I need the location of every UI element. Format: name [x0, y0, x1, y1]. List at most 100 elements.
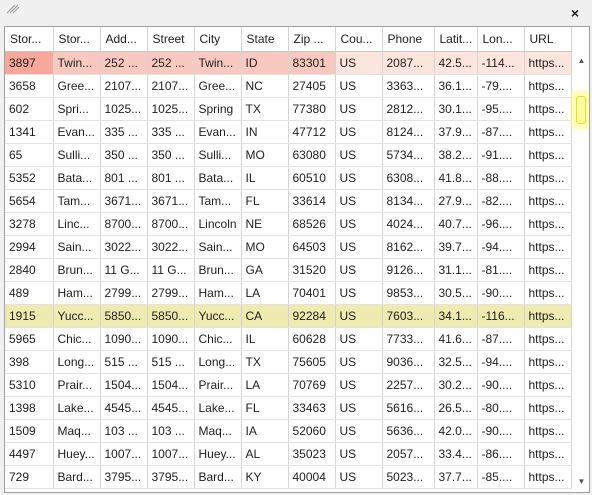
table-cell[interactable]: 5352: [5, 166, 54, 190]
table-cell[interactable]: https...: [524, 258, 572, 282]
table-cell[interactable]: Lake...: [53, 396, 101, 420]
table-cell[interactable]: AL: [241, 442, 289, 466]
table-cell[interactable]: 7603...: [382, 304, 435, 328]
table-cell[interactable]: -88....: [477, 166, 525, 190]
table-cell[interactable]: Twin...: [53, 51, 101, 75]
table-row[interactable]: 4497 Huey... 1007... 1007... Huey... AL 35023 U…: [5, 442, 572, 466]
table-cell[interactable]: 33614: [288, 189, 336, 213]
table-cell[interactable]: 2107...: [100, 74, 148, 98]
table-cell[interactable]: 252 ...: [147, 51, 195, 75]
table-cell[interactable]: 2087...: [382, 51, 435, 75]
table-row[interactable]: 5654 Tam... 3671... 3671... Tam... FL 33614 US 8…: [5, 189, 572, 213]
table-cell[interactable]: 37.7...: [434, 465, 478, 489]
column-header[interactable]: Street: [147, 27, 195, 52]
table-cell[interactable]: 335 ...: [100, 120, 148, 144]
table-row[interactable]: 3658 Gree... 2107... 2107... Gree... NC 27405 U…: [5, 74, 572, 98]
table-row[interactable]: 602 Spri... 1025... 1025... Spring TX 77380 US 2…: [5, 97, 572, 121]
table-cell[interactable]: 1007...: [100, 442, 148, 466]
table-cell[interactable]: US: [335, 419, 383, 443]
table-cell[interactable]: 31.1...: [434, 258, 478, 282]
table-cell[interactable]: -79....: [477, 74, 525, 98]
table-cell[interactable]: 350 ...: [147, 143, 195, 167]
table-cell[interactable]: 2799...: [100, 281, 148, 305]
table-cell[interactable]: Long...: [194, 350, 242, 374]
column-header[interactable]: Add...: [100, 27, 148, 52]
table-cell[interactable]: FL: [241, 189, 289, 213]
table-cell[interactable]: 9126...: [382, 258, 435, 282]
table-cell[interactable]: 515 ...: [147, 350, 195, 374]
table-cell[interactable]: 5654: [5, 189, 54, 213]
table-cell[interactable]: 68526: [288, 212, 336, 236]
table-row[interactable]: 1509 Maq... 103 ... 103 ... Maq... IA 52060 US 5…: [5, 419, 572, 443]
table-cell[interactable]: 1007...: [147, 442, 195, 466]
table-cell[interactable]: Bata...: [53, 166, 101, 190]
table-cell[interactable]: 47712: [288, 120, 336, 144]
table-row[interactable]: 3897 Twin... 252 ... 252 ... Twin... ID 83301 U…: [5, 51, 572, 75]
table-row[interactable]: 1341 Evan... 335 ... 335 ... Evan... IN 47712 U…: [5, 120, 572, 144]
table-cell[interactable]: https...: [524, 189, 572, 213]
table-cell[interactable]: 11 G...: [100, 258, 148, 282]
table-cell[interactable]: Prair...: [53, 373, 101, 397]
column-header[interactable]: Cou...: [335, 27, 383, 52]
table-cell[interactable]: TX: [241, 350, 289, 374]
column-header[interactable]: Lon...: [477, 27, 525, 52]
table-cell[interactable]: -87....: [477, 120, 525, 144]
table-cell[interactable]: 5616...: [382, 396, 435, 420]
table-cell[interactable]: 33463: [288, 396, 336, 420]
column-header[interactable]: Stor...: [5, 27, 54, 52]
table-cell[interactable]: 92284: [288, 304, 336, 328]
table-cell[interactable]: 11 G...: [147, 258, 195, 282]
scroll-down-icon[interactable]: ▼: [577, 477, 586, 486]
column-header[interactable]: City: [194, 27, 242, 52]
table-cell[interactable]: FL: [241, 396, 289, 420]
table-cell[interactable]: Huey...: [53, 442, 101, 466]
table-cell[interactable]: 1025...: [100, 97, 148, 121]
table-cell[interactable]: 8700...: [100, 212, 148, 236]
close-icon[interactable]: ×: [566, 4, 584, 22]
table-cell[interactable]: https...: [524, 442, 572, 466]
table-cell[interactable]: Sulli...: [53, 143, 101, 167]
table-cell[interactable]: 30.2...: [434, 373, 478, 397]
table-row[interactable]: 1915 Yucc... 5850... 5850... Yucc... CA 92284 U…: [5, 304, 572, 328]
table-cell[interactable]: LA: [241, 281, 289, 305]
table-cell[interactable]: -94....: [477, 235, 525, 259]
table-cell[interactable]: -91....: [477, 143, 525, 167]
table-cell[interactable]: Huey...: [194, 442, 242, 466]
scroll-thumb[interactable]: [576, 96, 586, 124]
table-cell[interactable]: 103 ...: [147, 419, 195, 443]
table-cell[interactable]: 83301: [288, 51, 336, 75]
table-cell[interactable]: Brun...: [194, 258, 242, 282]
table-cell[interactable]: US: [335, 166, 383, 190]
table-cell[interactable]: 35023: [288, 442, 336, 466]
table-cell[interactable]: ID: [241, 51, 289, 75]
column-header[interactable]: State: [241, 27, 289, 52]
table-cell[interactable]: 8124...: [382, 120, 435, 144]
table-cell[interactable]: 2257...: [382, 373, 435, 397]
table-cell[interactable]: 75605: [288, 350, 336, 374]
table-cell[interactable]: US: [335, 51, 383, 75]
table-cell[interactable]: 3658: [5, 74, 54, 98]
table-cell[interactable]: 36.1...: [434, 74, 478, 98]
table-cell[interactable]: 4545...: [147, 396, 195, 420]
column-header[interactable]: URL: [524, 27, 572, 52]
table-cell[interactable]: 1504...: [100, 373, 148, 397]
table-cell[interactable]: 60628: [288, 327, 336, 351]
table-cell[interactable]: Lincoln: [194, 212, 242, 236]
table-cell[interactable]: Long...: [53, 350, 101, 374]
table-cell[interactable]: 65: [5, 143, 54, 167]
table-cell[interactable]: -81....: [477, 258, 525, 282]
table-cell[interactable]: 27.9...: [434, 189, 478, 213]
table-cell[interactable]: -90....: [477, 419, 525, 443]
table-cell[interactable]: 398: [5, 350, 54, 374]
table-cell[interactable]: https...: [524, 120, 572, 144]
table-cell[interactable]: -96....: [477, 212, 525, 236]
table-row[interactable]: 2994 Sain... 3022... 3022... Sain... MO 64503 U…: [5, 235, 572, 259]
table-cell[interactable]: Ham...: [53, 281, 101, 305]
table-cell[interactable]: 1915: [5, 304, 54, 328]
column-header[interactable]: Stor...: [53, 27, 101, 52]
table-cell[interactable]: Bard...: [53, 465, 101, 489]
table-cell[interactable]: IN: [241, 120, 289, 144]
table-cell[interactable]: -94....: [477, 350, 525, 374]
table-cell[interactable]: https...: [524, 373, 572, 397]
table-cell[interactable]: 5850...: [147, 304, 195, 328]
